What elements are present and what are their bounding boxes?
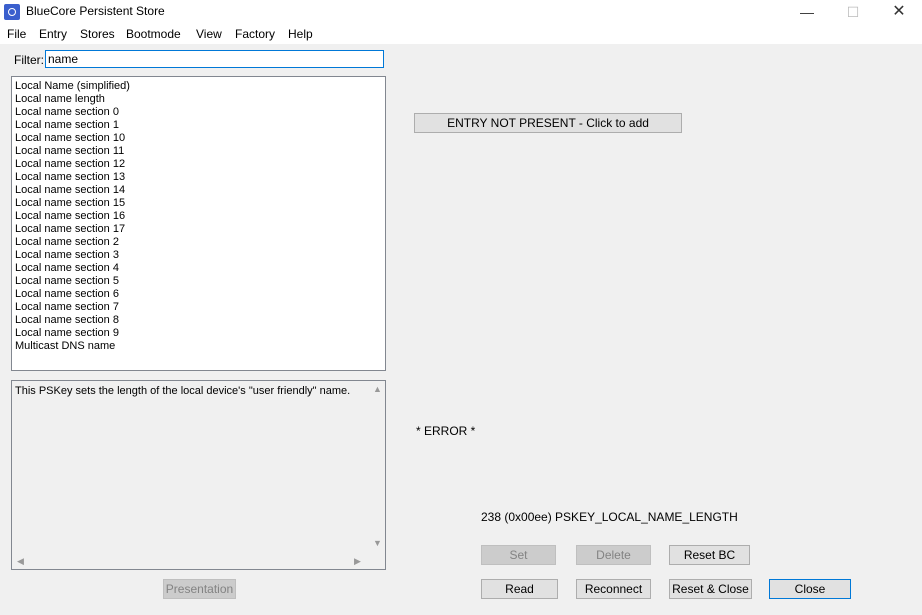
list-item[interactable]: Multicast DNS name [12,340,385,353]
scroll-right-icon[interactable]: ▶ [354,556,361,567]
list-item[interactable]: Local name section 14 [12,184,385,197]
entry-not-present-button[interactable]: ENTRY NOT PRESENT - Click to add [414,113,682,133]
menu-view[interactable]: View [196,27,222,41]
maximize-button[interactable]: ☐ [830,0,876,24]
menu-factory[interactable]: Factory [235,27,275,41]
list-item[interactable]: Local name section 6 [12,288,385,301]
description-text: This PSKey sets the length of the local … [15,385,351,397]
horizontal-scrollbar[interactable]: ◀ ▶ [12,553,369,569]
list-item[interactable]: Local name section 16 [12,210,385,223]
description-box: This PSKey sets the length of the local … [11,380,386,570]
menu-stores[interactable]: Stores [80,27,115,41]
list-item[interactable]: Local name section 13 [12,171,385,184]
list-item[interactable]: Local name section 1 [12,119,385,132]
list-item[interactable]: Local Name (simplified) [12,80,385,93]
presentation-button[interactable]: Presentation [163,579,236,599]
set-button[interactable]: Set [481,545,556,565]
list-item[interactable]: Local name section 15 [12,197,385,210]
list-item[interactable]: Local name section 3 [12,249,385,262]
close-button[interactable]: Close [769,579,851,599]
filter-input[interactable] [45,50,384,68]
reconnect-button[interactable]: Reconnect [576,579,651,599]
menu-file[interactable]: File [7,27,26,41]
delete-button[interactable]: Delete [576,545,651,565]
window-title: BlueCore Persistent Store [26,4,165,18]
reset-close-button[interactable]: Reset & Close [669,579,752,599]
error-text: * ERROR * [416,424,476,438]
list-item[interactable]: Local name section 7 [12,301,385,314]
key-info: 238 (0x00ee) PSKEY_LOCAL_NAME_LENGTH [481,510,738,524]
list-item[interactable]: Local name section 2 [12,236,385,249]
close-window-button[interactable]: ✕ [876,0,922,24]
list-item[interactable]: Local name length [12,93,385,106]
list-item[interactable]: Local name section 4 [12,262,385,275]
menu-bar: File Entry Stores Bootmode View Factory … [0,24,922,44]
reset-bc-button[interactable]: Reset BC [669,545,750,565]
list-item[interactable]: Local name section 0 [12,106,385,119]
read-button[interactable]: Read [481,579,558,599]
list-item[interactable]: Local name section 11 [12,145,385,158]
scroll-up-icon[interactable]: ▲ [373,384,382,394]
vertical-scrollbar[interactable]: ▲ ▼ [369,381,385,553]
scroll-left-icon[interactable]: ◀ [17,556,24,567]
menu-entry[interactable]: Entry [39,27,67,41]
pskey-list[interactable]: Local Name (simplified) Local name lengt… [11,76,386,371]
filter-label: Filter: [14,53,44,67]
list-item[interactable]: Local name section 10 [12,132,385,145]
list-item[interactable]: Local name section 9 [12,327,385,340]
list-item[interactable]: Local name section 12 [12,158,385,171]
scroll-down-icon[interactable]: ▼ [373,538,382,548]
app-icon [4,4,20,20]
list-item[interactable]: Local name section 17 [12,223,385,236]
list-item[interactable]: Local name section 8 [12,314,385,327]
minimize-button[interactable]: — [784,0,830,24]
menu-help[interactable]: Help [288,27,313,41]
list-item[interactable]: Local name section 5 [12,275,385,288]
title-bar: BlueCore Persistent Store — ☐ ✕ [0,0,922,24]
menu-bootmode[interactable]: Bootmode [126,27,181,41]
